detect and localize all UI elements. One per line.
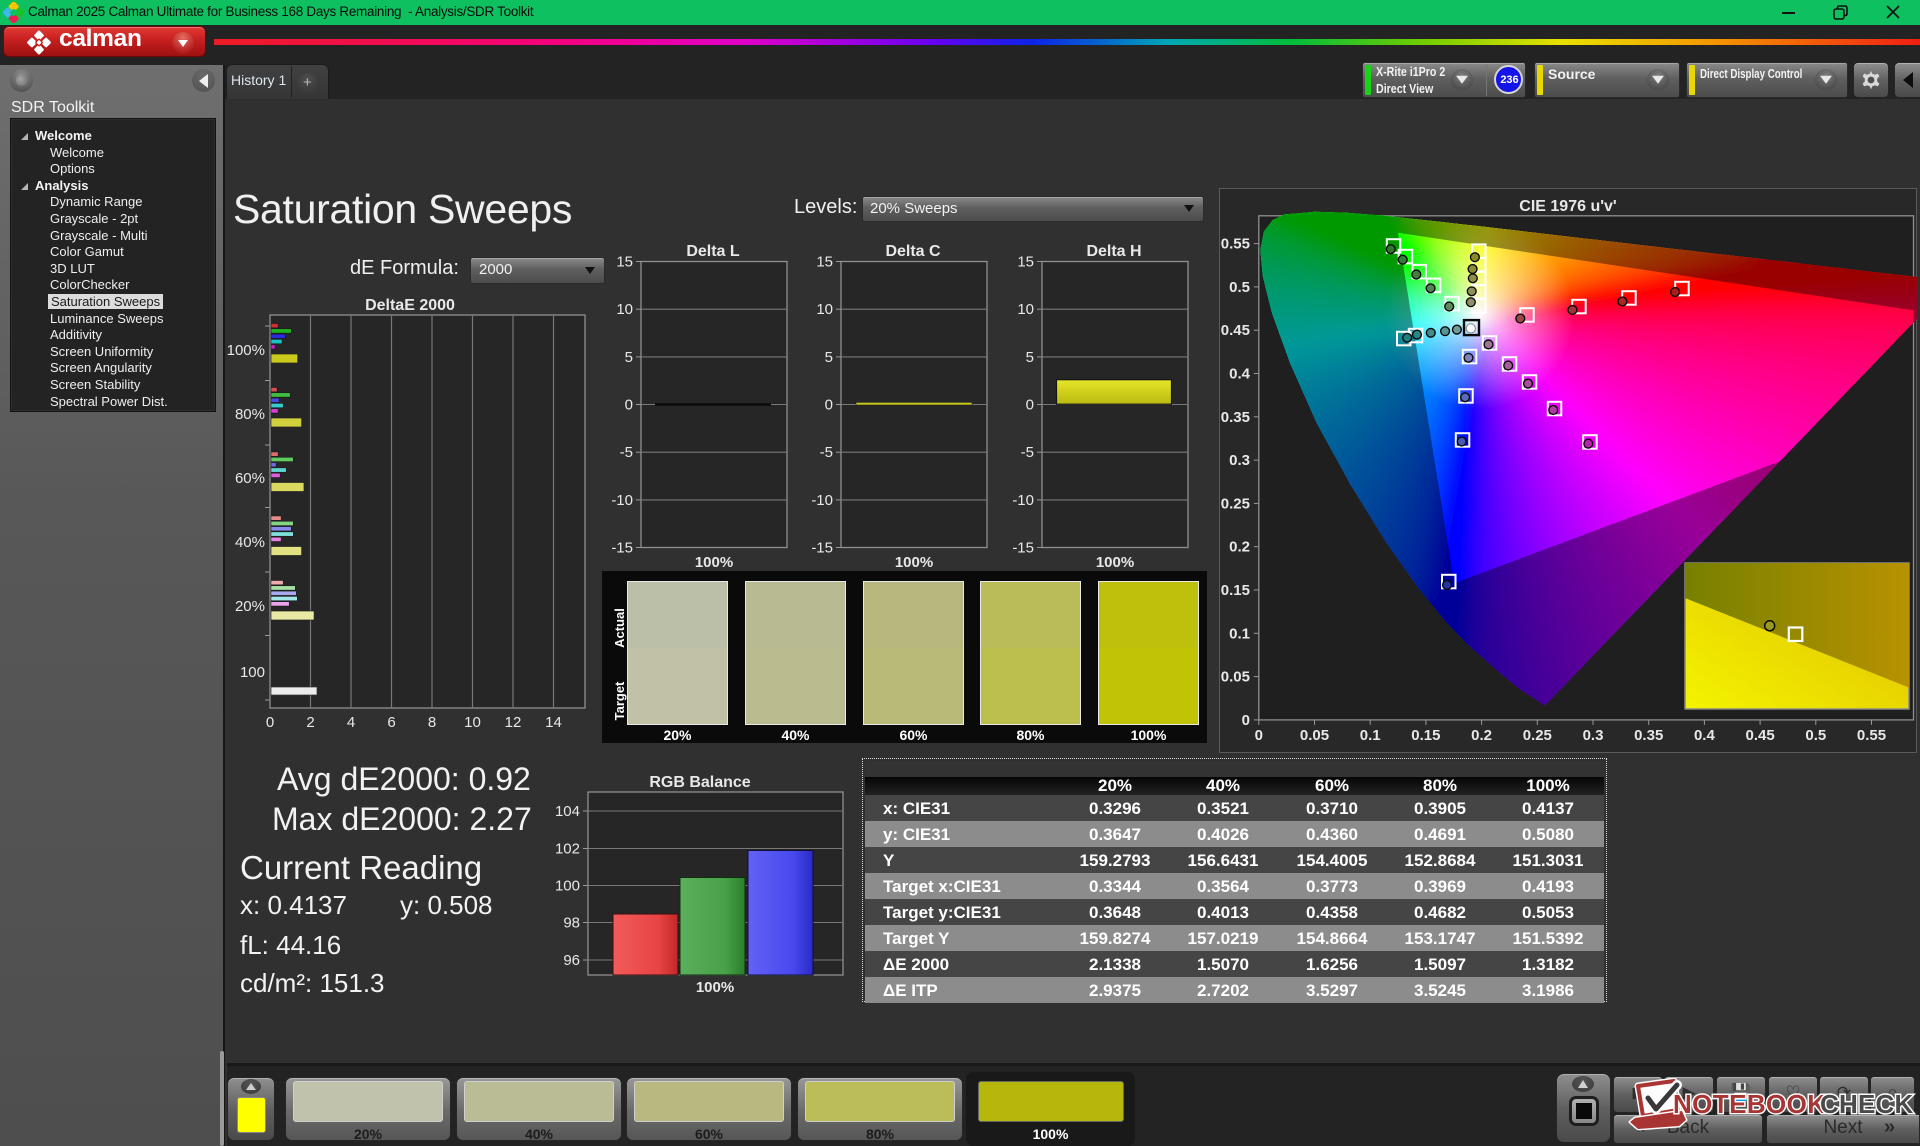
svg-text:-15: -15 — [611, 540, 633, 557]
svg-text:0.4: 0.4 — [1694, 727, 1716, 744]
svg-text:0.35: 0.35 — [1634, 727, 1663, 744]
svg-text:10: 10 — [616, 301, 633, 318]
svg-text:12: 12 — [505, 714, 522, 731]
svg-text:0.05: 0.05 — [1300, 727, 1329, 744]
svg-text:100%: 100% — [895, 554, 933, 571]
svg-text:0.2: 0.2 — [1229, 539, 1250, 556]
svg-text:10: 10 — [1017, 301, 1034, 318]
svg-text:0.3: 0.3 — [1583, 727, 1604, 744]
svg-text:0: 0 — [1242, 712, 1250, 729]
svg-text:5: 5 — [1026, 349, 1034, 366]
svg-text:NOTEBOOK: NOTEBOOK — [1673, 1089, 1826, 1119]
svg-text:-15: -15 — [1012, 540, 1034, 557]
svg-text:0.35: 0.35 — [1221, 409, 1250, 426]
svg-text:-5: -5 — [820, 444, 833, 461]
svg-text:0.05: 0.05 — [1221, 669, 1250, 686]
svg-text:Delta L: Delta L — [686, 243, 740, 260]
svg-text:0.25: 0.25 — [1221, 495, 1250, 512]
svg-text:100%: 100% — [227, 342, 265, 359]
svg-text:0.1: 0.1 — [1360, 727, 1381, 744]
svg-text:2: 2 — [306, 714, 314, 731]
svg-text:0.45: 0.45 — [1745, 727, 1774, 744]
svg-text:10: 10 — [816, 301, 833, 318]
svg-text:100: 100 — [555, 878, 580, 895]
svg-text:15: 15 — [616, 254, 633, 271]
svg-text:-5: -5 — [620, 444, 633, 461]
svg-text:8: 8 — [428, 714, 436, 731]
svg-text:RGB Balance: RGB Balance — [649, 774, 750, 791]
svg-text:100%: 100% — [1096, 554, 1134, 571]
svg-text:DeltaE 2000: DeltaE 2000 — [365, 297, 455, 314]
svg-text:0: 0 — [1026, 397, 1034, 414]
svg-text:40%: 40% — [235, 534, 265, 551]
svg-text:0.55: 0.55 — [1857, 727, 1886, 744]
svg-text:0.45: 0.45 — [1221, 322, 1250, 339]
svg-text:-10: -10 — [611, 492, 633, 509]
svg-text:0.55: 0.55 — [1221, 236, 1250, 253]
svg-text:20%: 20% — [235, 598, 265, 615]
svg-text:CHECK: CHECK — [1820, 1089, 1913, 1119]
svg-text:5: 5 — [625, 349, 633, 366]
svg-text:14: 14 — [545, 714, 562, 731]
svg-text:Delta H: Delta H — [1086, 243, 1141, 260]
svg-text:CIE 1976 u'v': CIE 1976 u'v' — [1519, 198, 1616, 215]
svg-text:0: 0 — [1255, 727, 1263, 744]
svg-text:6: 6 — [387, 714, 395, 731]
svg-text:0.15: 0.15 — [1221, 582, 1250, 599]
svg-text:0.5: 0.5 — [1805, 727, 1826, 744]
svg-text:0.25: 0.25 — [1523, 727, 1552, 744]
svg-text:80%: 80% — [235, 406, 265, 423]
svg-text:100: 100 — [240, 664, 265, 681]
svg-text:4: 4 — [347, 714, 355, 731]
svg-text:0: 0 — [625, 397, 633, 414]
svg-text:0.5: 0.5 — [1229, 279, 1250, 296]
svg-text:0: 0 — [266, 714, 274, 731]
svg-text:-15: -15 — [811, 540, 833, 557]
svg-text:102: 102 — [555, 841, 580, 858]
svg-text:60%: 60% — [235, 470, 265, 487]
svg-text:5: 5 — [825, 349, 833, 366]
svg-text:104: 104 — [555, 803, 580, 820]
svg-text:-10: -10 — [1012, 492, 1034, 509]
svg-text:96: 96 — [563, 952, 580, 969]
svg-text:0.15: 0.15 — [1411, 727, 1440, 744]
svg-text:0.2: 0.2 — [1471, 727, 1492, 744]
svg-text:15: 15 — [1017, 254, 1034, 271]
svg-text:0: 0 — [825, 397, 833, 414]
svg-text:Delta C: Delta C — [885, 243, 941, 260]
svg-text:100%: 100% — [695, 554, 733, 571]
svg-text:10: 10 — [464, 714, 481, 731]
svg-text:-10: -10 — [811, 492, 833, 509]
svg-text:0.3: 0.3 — [1229, 452, 1250, 469]
svg-text:0.1: 0.1 — [1229, 625, 1250, 642]
svg-text:100%: 100% — [696, 979, 734, 995]
svg-text:0.4: 0.4 — [1229, 366, 1251, 383]
svg-text:-5: -5 — [1021, 444, 1034, 461]
svg-text:15: 15 — [816, 254, 833, 271]
svg-text:98: 98 — [563, 915, 580, 932]
